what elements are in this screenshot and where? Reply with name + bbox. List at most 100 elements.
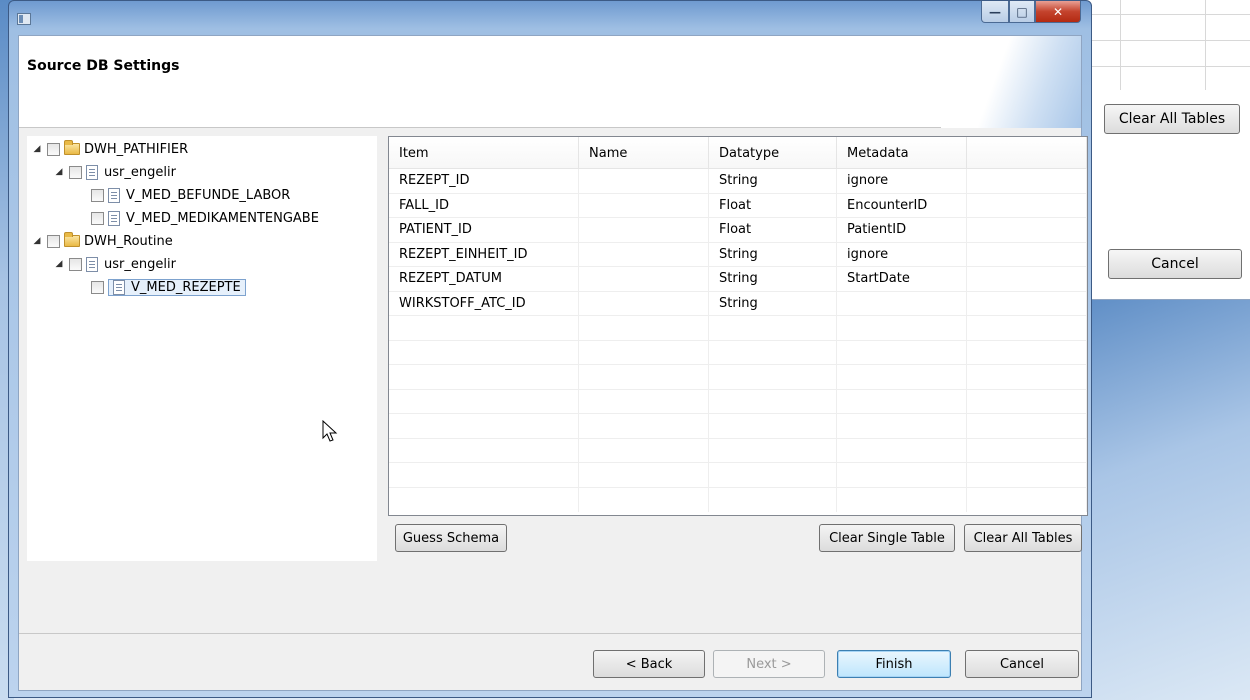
- tree-checkbox[interactable]: [47, 142, 60, 156]
- table-icon: [108, 187, 120, 203]
- cell-metadata[interactable]: ignore: [837, 242, 967, 267]
- column-header-item[interactable]: Item: [389, 137, 579, 169]
- table-row[interactable]: FALL_ID Float EncounterID: [389, 193, 1087, 218]
- table-row[interactable]: PATIENT_ID Float PatientID: [389, 218, 1087, 243]
- cell-item: REZEPT_EINHEIT_ID: [389, 242, 579, 267]
- cell-name[interactable]: [579, 218, 709, 243]
- table-row-empty: [389, 340, 1087, 365]
- cell-name[interactable]: [579, 193, 709, 218]
- header-decoration: [941, 36, 1081, 128]
- tree-node-label: V_MED_REZEPTE: [108, 278, 246, 296]
- cell-extra: [967, 242, 1087, 267]
- column-header-extra: [967, 137, 1087, 169]
- cell-datatype[interactable]: String: [709, 242, 837, 267]
- clear-all-tables-button[interactable]: Clear All Tables: [964, 524, 1082, 552]
- cell-name[interactable]: [579, 267, 709, 292]
- schema-icon: [86, 164, 98, 180]
- table-body: REZEPT_ID String ignore FALL_ID Float En…: [389, 169, 1087, 512]
- source-db-settings-dialog: — □ ✕ Source DB Settings ◢ DWH_PATHIFIER…: [8, 0, 1092, 698]
- tree-checkbox[interactable]: [47, 234, 60, 248]
- back-button[interactable]: < Back: [593, 650, 705, 678]
- cell-datatype[interactable]: Float: [709, 218, 837, 243]
- cell-extra: [967, 218, 1087, 243]
- cell-metadata[interactable]: EncounterID: [837, 193, 967, 218]
- cell-datatype[interactable]: Float: [709, 193, 837, 218]
- table-row[interactable]: WIRKSTOFF_ATC_ID String: [389, 291, 1087, 316]
- tree-node-dwh-routine[interactable]: ◢ DWH_Routine: [31, 230, 173, 252]
- tree-node-dwh-pathifier[interactable]: ◢ DWH_PATHIFIER: [31, 138, 188, 160]
- table-icon: [113, 279, 125, 295]
- background-clear-all-tables-button[interactable]: Clear All Tables: [1104, 104, 1240, 134]
- table-row-empty: [389, 463, 1087, 488]
- tree-node-usr-engelir-1[interactable]: ◢ usr_engelir: [53, 161, 176, 183]
- cell-name[interactable]: [579, 169, 709, 194]
- background-desktop: [1080, 300, 1250, 700]
- cell-extra: [967, 267, 1087, 292]
- table-row[interactable]: REZEPT_DATUM String StartDate: [389, 267, 1087, 292]
- window-controls: — □ ✕: [981, 1, 1081, 23]
- cell-metadata[interactable]: PatientID: [837, 218, 967, 243]
- tree-checkbox[interactable]: [91, 280, 104, 294]
- wizard-header: Source DB Settings: [19, 36, 1081, 128]
- column-header-datatype[interactable]: Datatype: [709, 137, 837, 169]
- background-grid: [1090, 0, 1250, 90]
- cell-item: REZEPT_ID: [389, 169, 579, 194]
- title-bar[interactable]: — □ ✕: [9, 1, 1091, 35]
- tree-node-label: V_MED_BEFUNDE_LABOR: [126, 187, 291, 203]
- tree-node-label: DWH_Routine: [84, 233, 173, 249]
- background-cancel-button[interactable]: Cancel: [1108, 249, 1242, 279]
- tree-node-label: usr_engelir: [104, 256, 176, 272]
- cell-datatype[interactable]: String: [709, 169, 837, 194]
- tree-checkbox[interactable]: [69, 257, 82, 271]
- cell-datatype[interactable]: String: [709, 291, 837, 316]
- schema-table[interactable]: Item Name Datatype Metadata REZEPT_ID St…: [388, 136, 1088, 516]
- tree-node-v-med-medikamentengabe[interactable]: V_MED_MEDIKAMENTENGABE: [87, 207, 319, 229]
- dialog-client-area: Source DB Settings ◢ DWH_PATHIFIER ◢ usr…: [18, 35, 1088, 691]
- cell-item: WIRKSTOFF_ATC_ID: [389, 291, 579, 316]
- cell-name[interactable]: [579, 242, 709, 267]
- cell-item: PATIENT_ID: [389, 218, 579, 243]
- minimize-icon[interactable]: —: [981, 1, 1009, 23]
- tree-checkbox[interactable]: [91, 211, 104, 225]
- clear-single-table-button[interactable]: Clear Single Table: [819, 524, 955, 552]
- folder-icon: [64, 232, 80, 247]
- close-icon[interactable]: ✕: [1035, 1, 1081, 23]
- cell-item: REZEPT_DATUM: [389, 267, 579, 292]
- maximize-icon[interactable]: □: [1009, 1, 1035, 23]
- cell-name[interactable]: [579, 291, 709, 316]
- table-row-empty: [389, 389, 1087, 414]
- cell-datatype[interactable]: String: [709, 267, 837, 292]
- tree-node-v-med-befunde-labor[interactable]: V_MED_BEFUNDE_LABOR: [87, 184, 290, 206]
- tree-node-usr-engelir-2[interactable]: ◢ usr_engelir: [53, 253, 176, 275]
- column-header-name[interactable]: Name: [579, 137, 709, 169]
- column-header-metadata[interactable]: Metadata: [837, 137, 967, 169]
- cell-metadata[interactable]: ignore: [837, 169, 967, 194]
- table-row-empty: [389, 438, 1087, 463]
- expand-arrow-icon[interactable]: ◢: [31, 144, 43, 154]
- expand-arrow-icon[interactable]: ◢: [31, 236, 43, 246]
- finish-button[interactable]: Finish: [837, 650, 951, 678]
- tree-node-label: DWH_PATHIFIER: [84, 141, 189, 157]
- table-row[interactable]: REZEPT_ID String ignore: [389, 169, 1087, 194]
- table-row-empty: [389, 316, 1087, 341]
- table-row-empty: [389, 414, 1087, 439]
- expand-arrow-icon[interactable]: ◢: [53, 259, 65, 269]
- next-button[interactable]: Next >: [713, 650, 825, 678]
- cell-metadata[interactable]: StartDate: [837, 267, 967, 292]
- tree-node-v-med-rezepte[interactable]: V_MED_REZEPTE: [87, 276, 246, 298]
- mouse-cursor-icon: [322, 420, 338, 442]
- page-title: Source DB Settings: [27, 58, 180, 74]
- source-tree[interactable]: ◢ DWH_PATHIFIER ◢ usr_engelir V_MED_BEFU…: [27, 136, 377, 561]
- app-icon: [17, 13, 31, 25]
- cell-extra: [967, 169, 1087, 194]
- cell-metadata[interactable]: [837, 291, 967, 316]
- cell-extra: [967, 291, 1087, 316]
- table-row[interactable]: REZEPT_EINHEIT_ID String ignore: [389, 242, 1087, 267]
- tree-node-label: V_MED_MEDIKAMENTENGABE: [126, 210, 319, 226]
- guess-schema-button[interactable]: Guess Schema: [395, 524, 507, 552]
- table-icon: [108, 210, 120, 226]
- tree-checkbox[interactable]: [69, 165, 82, 179]
- expand-arrow-icon[interactable]: ◢: [53, 167, 65, 177]
- cancel-button[interactable]: Cancel: [965, 650, 1079, 678]
- tree-checkbox[interactable]: [91, 188, 104, 202]
